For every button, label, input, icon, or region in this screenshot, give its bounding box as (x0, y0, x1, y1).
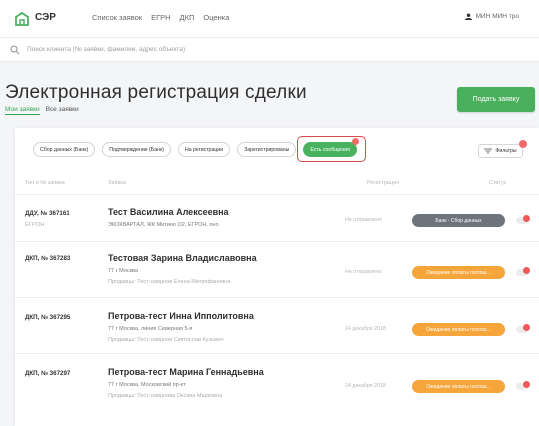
sellers-line: Продавцы: Тест-смирнов Святослав Кузьмич (108, 337, 224, 343)
tab-all-applications[interactable]: Все заявки (46, 106, 79, 115)
nav-item-dkp[interactable]: ДКП (180, 13, 195, 22)
nav-item-egrn[interactable]: ЕГРН (151, 13, 170, 22)
logo-text: СЭР (35, 12, 56, 23)
table-row[interactable]: ДКП, № 367297 Петрова-тест Марина Геннад… (15, 353, 539, 413)
object-address: ЭКОКВАРТАЛ, ЖК Митино О2, ЕГРОН, оно (108, 222, 219, 228)
row-toggle[interactable] (516, 324, 530, 333)
filter-chip-messages-wrap: Есть сообщения (297, 136, 367, 162)
client-name[interactable]: Петрова-тест Марина Геннадьевна (108, 367, 264, 377)
subtabs: Мои заявки Все заявки (5, 106, 79, 115)
notification-dot (351, 138, 359, 145)
search-bar[interactable]: Поиск клиента (№ заявки, фамилии, адрес … (0, 38, 539, 62)
client-name[interactable]: Тест Василина Алексеевна (108, 207, 229, 217)
sellers-line: Продавцы: Тест-смирнов Елена Митрофановн… (108, 279, 231, 285)
search-input[interactable]: Поиск клиента (№ заявки, фамилии, адрес … (27, 46, 185, 53)
toggle-dot (523, 324, 530, 331)
applications-panel: Сбор данных (Банк) Подтверждение (Банк) … (15, 128, 539, 426)
filters-button-label: Фильтры (495, 148, 517, 154)
application-id: ДКП, № 367295 (25, 314, 71, 321)
registration-status: Не отправлено (345, 269, 382, 275)
search-icon (10, 45, 20, 55)
application-id: ДКП, № 367297 (25, 370, 71, 377)
user-name: МИН МИН тро (475, 13, 519, 20)
client-name[interactable]: Петрова-тест Инна Ипполитовна (108, 311, 254, 321)
status-badge: Ожидание оплаты госпош... (412, 266, 505, 279)
nav-item-valuation[interactable]: Оценка (203, 13, 229, 22)
user-icon (464, 13, 472, 20)
row-toggle[interactable] (516, 267, 530, 276)
status-badge: Ожидание оплаты госпош... (412, 323, 505, 336)
row-toggle[interactable] (516, 215, 530, 224)
column-header-type: Тип и № заявки (25, 180, 65, 186)
status-filters: Сбор данных (Банк) Подтверждение (Банк) … (33, 136, 367, 162)
registration-status: Не отправлено (345, 217, 382, 223)
object-address: 77 г Москва (108, 268, 138, 274)
column-header-status: Статус (489, 180, 507, 186)
toggle-dot (523, 215, 530, 222)
object-address: 77 г Москва, линия Северная 5-я (108, 326, 193, 332)
client-name[interactable]: Тестовая Зарина Владиславовна (108, 253, 257, 263)
object-address: 77 г Москва, Московский пр-кт (108, 382, 186, 388)
filter-chip-on-registration[interactable]: На регистрации (177, 142, 231, 157)
filter-chip-confirmation[interactable]: Подтверждение (Банк) (102, 142, 171, 157)
user-menu[interactable]: МИН МИН тро (464, 13, 519, 20)
registration-status: 24 декабря 2018 (345, 326, 386, 332)
main-nav: Список заявок ЕГРН ДКП Оценка (92, 13, 229, 22)
toggle-dot (523, 381, 530, 388)
logo-icon[interactable] (14, 11, 30, 27)
page-title: Электронная регистрация сделки (5, 82, 307, 103)
filter-chip-registered[interactable]: Зарегистрированы (237, 142, 297, 157)
registration-status: 24 декабря 2018 (345, 383, 386, 389)
table-row[interactable]: ДКП, № 367283 Тестовая Зарина Владиславо… (15, 241, 539, 297)
column-header-registration: Регистрация (367, 180, 400, 186)
nav-item-applications[interactable]: Список заявок (92, 13, 142, 22)
status-badge: Банк - Сбор данных (412, 214, 505, 227)
tab-my-applications[interactable]: Мои заявки (5, 106, 40, 115)
application-subtype: ЕГРОН (25, 222, 45, 228)
filters-notification-dot (519, 140, 527, 148)
application-id: ДКП, № 367283 (25, 255, 71, 262)
filter-icon (484, 148, 493, 154)
sellers-line: Продавцы: Тест-смирнова Оксана Марковна (108, 393, 223, 399)
toggle-dot (523, 267, 530, 274)
column-header-application: Заявка (108, 180, 126, 186)
status-badge: Ожидание оплаты госпош... (412, 380, 505, 393)
filters-button[interactable]: Фильтры (478, 140, 527, 158)
filter-chip-data-collection[interactable]: Сбор данных (Банк) (33, 142, 96, 157)
table-row[interactable]: ДКП, № 367295 Петрова-тест Инна Ипполито… (15, 297, 539, 353)
row-toggle[interactable] (516, 381, 530, 390)
table-row[interactable]: ДДУ, № 367161 ЕГРОН Тест Василина Алексе… (15, 194, 539, 241)
submit-application-button[interactable]: Подать заявку (457, 87, 535, 112)
application-id: ДДУ, № 367161 (25, 210, 70, 217)
top-bar: СЭР Список заявок ЕГРН ДКП Оценка МИН МИ… (0, 0, 539, 38)
